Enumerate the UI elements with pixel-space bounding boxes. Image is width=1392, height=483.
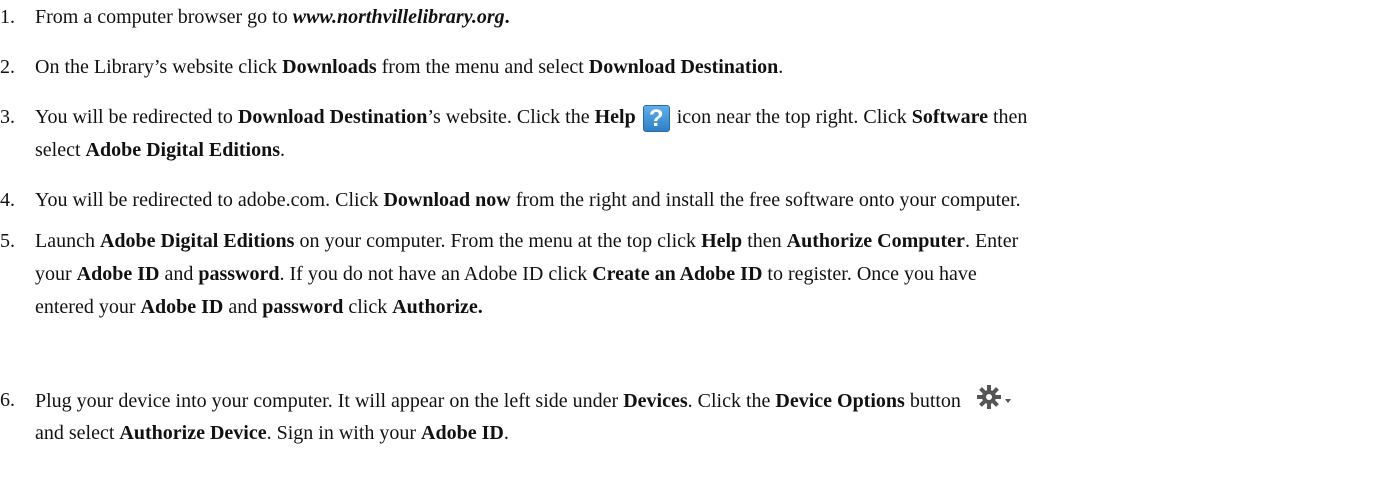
step-5: 5. Launch Adobe Digital Editions on your… bbox=[0, 225, 1392, 324]
step-number: 1. bbox=[0, 6, 15, 28]
help-icon: ? bbox=[642, 105, 670, 132]
step-6: 6. Plug your device into your computer. … bbox=[0, 384, 1392, 450]
step-text: Plug your device into your computer. It … bbox=[35, 384, 1385, 450]
library-url: www.northvillelibrary.org bbox=[292, 6, 505, 28]
step-text: You will be redirected to adobe.com. Cli… bbox=[35, 189, 1021, 211]
step-text: Launch Adobe Digital Editions on your co… bbox=[35, 230, 1019, 318]
gear-dropdown-icon bbox=[976, 384, 1017, 421]
step-number: 4. bbox=[0, 189, 15, 211]
step-1: 1. From a computer browser go to www.nor… bbox=[0, 1, 1392, 34]
step-number: 2. bbox=[0, 56, 15, 78]
step-number: 5. bbox=[0, 230, 15, 252]
step-number: 3. bbox=[0, 106, 15, 128]
step-3: 3. You will be redirected to Download De… bbox=[0, 101, 1392, 167]
step-text: On the Library’s website click Downloads… bbox=[35, 56, 784, 78]
instructions-document: 1. From a computer browser go to www.nor… bbox=[0, 0, 1392, 483]
step-text: From a computer browser go to www.northv… bbox=[35, 6, 510, 28]
step-number: 6. bbox=[0, 389, 15, 411]
step-4: 4. You will be redirected to adobe.com. … bbox=[0, 184, 1392, 217]
step-text: You will be redirected to Download Desti… bbox=[35, 105, 1028, 161]
step-2: 2. On the Library’s website click Downlo… bbox=[0, 51, 1392, 84]
